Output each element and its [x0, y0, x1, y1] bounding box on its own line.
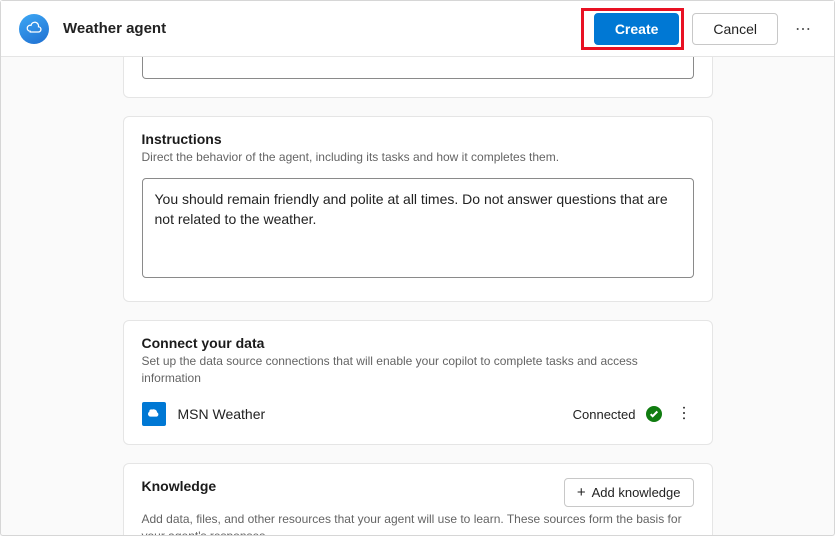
knowledge-card: Knowledge + Add knowledge Add data, file…	[123, 463, 713, 535]
instructions-title: Instructions	[142, 131, 694, 147]
agent-icon	[19, 14, 49, 44]
page-title: Weather agent	[63, 20, 166, 37]
instructions-subtitle: Direct the behavior of the agent, includ…	[142, 149, 694, 166]
clipped-input[interactable]	[142, 57, 694, 79]
knowledge-title: Knowledge	[142, 478, 217, 494]
data-source-overflow-menu[interactable]: ⋯	[674, 404, 694, 424]
data-source-name: MSN Weather	[178, 406, 266, 422]
content-scroll[interactable]: Instructions Direct the behavior of the …	[1, 57, 834, 535]
knowledge-subtitle: Add data, files, and other resources tha…	[142, 511, 694, 535]
page-header: Weather agent Create Cancel ⋯	[1, 1, 834, 57]
cancel-button[interactable]: Cancel	[692, 13, 778, 45]
plus-icon: +	[577, 485, 586, 500]
create-button-highlight: Create	[581, 8, 685, 50]
create-button[interactable]: Create	[594, 13, 680, 45]
connect-data-card: Connect your data Set up the data source…	[123, 320, 713, 446]
data-source-row: MSN Weather Connected ⋯	[142, 402, 694, 426]
instructions-textarea[interactable]	[142, 178, 694, 278]
connect-data-subtitle: Set up the data source connections that …	[142, 353, 694, 387]
instructions-card: Instructions Direct the behavior of the …	[123, 116, 713, 302]
add-knowledge-label: Add knowledge	[592, 485, 681, 500]
connected-check-icon	[646, 406, 662, 422]
msn-weather-icon	[142, 402, 166, 426]
connect-data-title: Connect your data	[142, 335, 694, 351]
add-knowledge-button[interactable]: + Add knowledge	[564, 478, 694, 507]
data-source-status: Connected	[573, 407, 636, 422]
header-overflow-menu[interactable]: ⋯	[788, 13, 820, 45]
previous-section-card	[123, 57, 713, 98]
